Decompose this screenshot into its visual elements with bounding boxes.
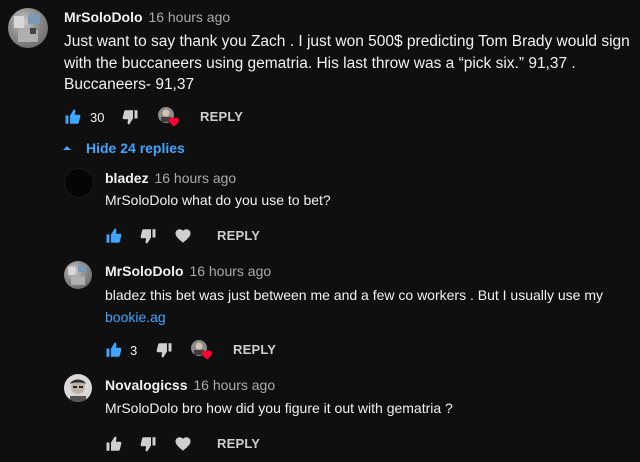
reply-button[interactable]: REPLY xyxy=(217,436,260,451)
bookie-link[interactable]: bookie.ag xyxy=(105,309,166,325)
author-name[interactable]: Novalogicss xyxy=(105,377,187,393)
heart-icon xyxy=(174,227,192,245)
like-button[interactable] xyxy=(64,107,82,127)
reply-button[interactable]: REPLY xyxy=(217,228,260,243)
thumb-down-icon xyxy=(155,341,173,359)
reply-button[interactable]: REPLY xyxy=(200,109,243,124)
hide-replies-label: Hide 24 replies xyxy=(86,140,185,156)
timestamp[interactable]: 16 hours ago xyxy=(148,9,230,25)
creator-heart-badge xyxy=(190,339,212,361)
like-button[interactable] xyxy=(105,434,123,454)
author-name[interactable]: MrSoloDolo xyxy=(105,263,184,279)
thumb-down-icon xyxy=(139,227,157,245)
creator-heart-badge xyxy=(157,106,179,128)
comment-actions: REPLY xyxy=(105,226,305,250)
heart-icon xyxy=(201,349,213,361)
thumb-down-icon xyxy=(139,435,157,453)
like-count: 30 xyxy=(90,110,105,125)
comment-text: bladez this bet was just between me and … xyxy=(105,284,630,328)
heart-icon xyxy=(174,435,192,453)
reply-button[interactable]: REPLY xyxy=(233,342,276,357)
thumb-down-icon xyxy=(121,108,139,126)
avatar[interactable] xyxy=(8,8,48,48)
author-name[interactable]: bladez xyxy=(105,170,149,186)
comment-actions: REPLY xyxy=(105,434,305,458)
dislike-button[interactable] xyxy=(139,226,157,246)
author-line: bladez 16 hours ago xyxy=(105,170,236,186)
thumb-up-icon xyxy=(105,435,123,453)
hide-replies-button[interactable]: Hide 24 replies xyxy=(62,138,185,158)
author-line: Novalogicss 16 hours ago xyxy=(105,377,275,393)
heart-icon xyxy=(168,116,180,128)
author-line: MrSoloDolo 16 hours ago xyxy=(105,263,271,279)
dislike-button[interactable] xyxy=(121,107,139,127)
heart-button[interactable] xyxy=(174,226,192,246)
comment-text: Just want to say thank you Zach . I just… xyxy=(64,33,630,93)
author-name[interactable]: MrSoloDolo xyxy=(64,9,143,25)
comment-text: MrSoloDolo what do you use to bet? xyxy=(105,192,331,208)
like-button[interactable] xyxy=(105,226,123,246)
timestamp[interactable]: 16 hours ago xyxy=(154,170,236,186)
dislike-button[interactable] xyxy=(155,340,173,360)
heart-button[interactable] xyxy=(174,434,192,454)
timestamp[interactable]: 16 hours ago xyxy=(193,377,275,393)
like-button[interactable] xyxy=(105,340,123,360)
author-line: MrSoloDolo 16 hours ago xyxy=(64,9,230,25)
avatar[interactable] xyxy=(64,261,92,289)
thumb-up-icon xyxy=(105,341,123,359)
comment-actions: 30 REPLY xyxy=(64,107,284,131)
comment-actions: 3 REPLY xyxy=(105,340,325,364)
like-count: 3 xyxy=(130,343,138,358)
thumb-up-icon xyxy=(64,108,82,126)
comment-text: MrSoloDolo bro how did you figure it out… xyxy=(105,400,453,416)
avatar[interactable] xyxy=(64,168,94,198)
thumb-up-icon xyxy=(105,227,123,245)
avatar[interactable] xyxy=(64,374,92,402)
timestamp[interactable]: 16 hours ago xyxy=(189,263,271,279)
dislike-button[interactable] xyxy=(139,434,157,454)
reply-text: bladez this bet was just between me and … xyxy=(105,287,604,303)
chevron-up-icon xyxy=(63,146,71,150)
